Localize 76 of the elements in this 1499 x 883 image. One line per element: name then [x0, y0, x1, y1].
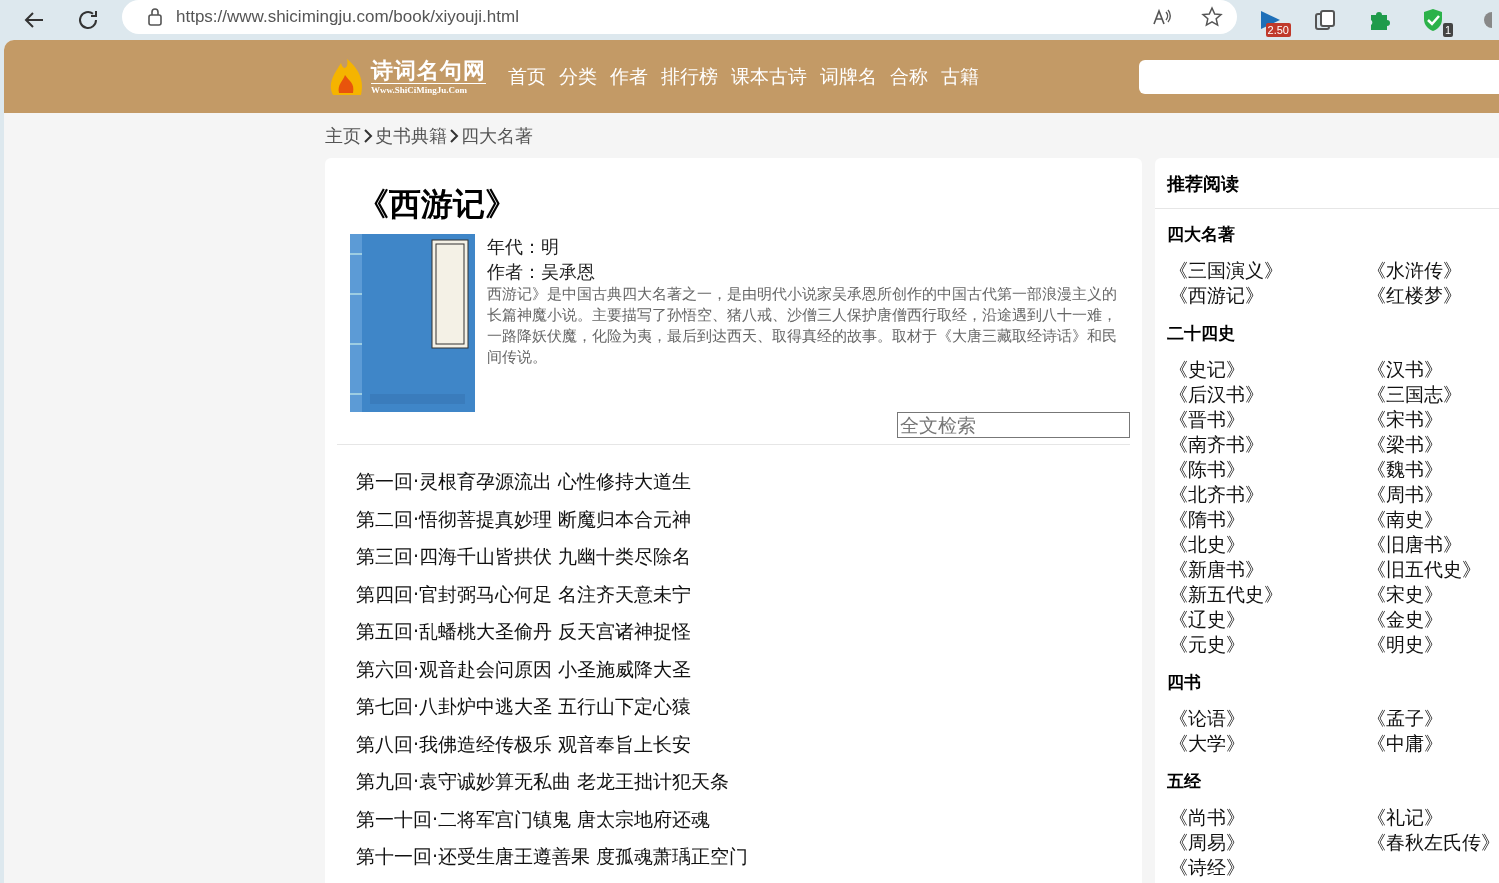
- book-link[interactable]: 《北史》: [1169, 532, 1245, 557]
- book-link[interactable]: 《史记》: [1169, 357, 1245, 382]
- group-title: 五经: [1166, 770, 1202, 793]
- book-link[interactable]: 《水浒传》: [1367, 258, 1462, 283]
- sidebar-title: 推荐阅读: [1155, 158, 1499, 209]
- book-link[interactable]: 《旧唐书》: [1367, 532, 1462, 557]
- chapter-link[interactable]: 第九回·袁守诚妙算无私曲 老龙王拙计犯天条: [356, 763, 730, 801]
- book-link[interactable]: 《元史》: [1169, 632, 1245, 657]
- extension-button[interactable]: 1: [1413, 3, 1453, 37]
- chevron-icon: [363, 129, 373, 143]
- era-text: 年代：明: [487, 235, 560, 259]
- chevron-icon: [449, 129, 459, 143]
- chapter-link[interactable]: 第十一回·还受生唐王遵善果 度孤魂萧瑀正空门: [356, 838, 749, 876]
- group-title: 二十四史: [1166, 322, 1236, 345]
- book-link[interactable]: 《诗经》: [1169, 855, 1245, 880]
- book-link[interactable]: 《明史》: [1367, 632, 1443, 657]
- star-icon[interactable]: [1201, 6, 1223, 28]
- breadcrumb-link[interactable]: 史书典籍: [375, 124, 447, 148]
- book-link[interactable]: 《中庸》: [1367, 731, 1443, 756]
- book-link[interactable]: 《红楼梦》: [1367, 283, 1462, 308]
- book-link[interactable]: 《南史》: [1367, 507, 1443, 532]
- book-link[interactable]: 《旧五代史》: [1367, 557, 1481, 582]
- author-text: 作者：吴承恩: [487, 260, 596, 284]
- chapter-link[interactable]: 第六回·观音赴会问原因 小圣施威降大圣: [356, 650, 692, 688]
- book-link[interactable]: 《春秋左氏传》: [1367, 830, 1499, 855]
- book-link[interactable]: 《宋史》: [1367, 582, 1443, 607]
- book-link[interactable]: 《礼记》: [1367, 805, 1443, 830]
- breadcrumb-link[interactable]: 主页: [325, 124, 361, 148]
- extension-badge: 2.50: [1265, 23, 1291, 37]
- book-link[interactable]: 《晋书》: [1169, 407, 1245, 432]
- chapter-link[interactable]: 第一回·灵根育孕源流出 心性修持大道生: [356, 463, 692, 501]
- url-text: https://www.shicimingju.com/book/xiyouji.html: [176, 7, 520, 27]
- address-bar[interactable]: https://www.shicimingju.com/book/xiyouji.html: [122, 0, 1237, 34]
- book-link[interactable]: 《三国志》: [1367, 382, 1462, 407]
- group-title: 四大名著: [1166, 223, 1236, 246]
- book-link[interactable]: 《孟子》: [1367, 706, 1443, 731]
- chapter-link[interactable]: 第七回·八卦炉中逃大圣 五行山下定心猿: [356, 688, 692, 726]
- book-link[interactable]: 《后汉书》: [1169, 382, 1264, 407]
- group-title: 四书: [1166, 671, 1202, 694]
- book-link[interactable]: 《隋书》: [1169, 507, 1245, 532]
- book-link[interactable]: 《梁书》: [1367, 432, 1443, 457]
- chapter-link[interactable]: 第三回·四海千山皆拱伏 九幽十类尽除名: [356, 538, 692, 576]
- book-link[interactable]: 《金史》: [1367, 607, 1443, 632]
- extension-button[interactable]: 2.50: [1251, 3, 1291, 37]
- puzzle-icon: [1368, 9, 1390, 31]
- shield-icon: [1422, 8, 1444, 32]
- book-link[interactable]: 《周书》: [1367, 482, 1443, 507]
- chapter-link[interactable]: 第四回·官封弼马心何足 名注齐天意未宁: [356, 575, 692, 613]
- book-link[interactable]: 《新五代史》: [1169, 582, 1283, 607]
- reload-icon[interactable]: [76, 8, 100, 32]
- book-link[interactable]: 《论语》: [1169, 706, 1245, 731]
- chapter-link[interactable]: 第一十回·二将军宫门镇鬼 唐太宗地府还魂: [356, 800, 711, 838]
- book-link[interactable]: 《汉书》: [1367, 357, 1443, 382]
- book-link[interactable]: 《南齐书》: [1169, 432, 1264, 457]
- book-link[interactable]: 《周易》: [1169, 830, 1245, 855]
- book-link[interactable]: 《魏书》: [1367, 457, 1443, 482]
- book-link[interactable]: 《宋书》: [1367, 407, 1443, 432]
- chapter-link[interactable]: 第二回·悟彻菩提真妙理 断魔归本合元神: [356, 500, 692, 538]
- fulltext-search-field[interactable]: 全文检索: [897, 412, 1130, 438]
- book-link[interactable]: 《辽史》: [1169, 607, 1245, 632]
- book-link[interactable]: 《新唐书》: [1169, 557, 1264, 582]
- collections-icon: [1314, 9, 1336, 31]
- logo-subtitle: Www.ShiCiMingJu.Com: [371, 83, 486, 96]
- book-link[interactable]: 《尚书》: [1169, 805, 1245, 830]
- book-link[interactable]: 《陈书》: [1169, 457, 1245, 482]
- book-link[interactable]: 《北齐书》: [1169, 482, 1264, 507]
- book-link[interactable]: 《西游记》: [1169, 283, 1264, 308]
- book-link[interactable]: 《三国演义》: [1169, 258, 1283, 283]
- search-field[interactable]: [1139, 59, 1499, 94]
- chapter-link[interactable]: 第八回·我佛造经传极乐 观音奉旨上长安: [356, 725, 692, 763]
- extension-badge: 1: [1442, 23, 1453, 37]
- book-title: 《西游记》: [357, 184, 518, 224]
- chapter-link[interactable]: 第五回·乱蟠桃大圣偷丹 反天宫诸神捉怪: [356, 613, 692, 651]
- book-description: 西游记》是中国古典四大名著之一，是由明代小说家吴承恩所创作的中国古代第一部浪漫主义的长篇神魔小说。主要描写了孙悟空、猪八戒、沙僧三人保护唐僧西行取经，沿途遇到八十一难，一路降妖伏魔，化险为夷，最后到达西天、取得真经的故事。取材于《大唐三藏取经诗话》和民间传说。: [487, 284, 1118, 368]
- book-link[interactable]: 《大学》: [1169, 731, 1245, 756]
- breadcrumb-link[interactable]: 四大名著: [461, 124, 533, 148]
